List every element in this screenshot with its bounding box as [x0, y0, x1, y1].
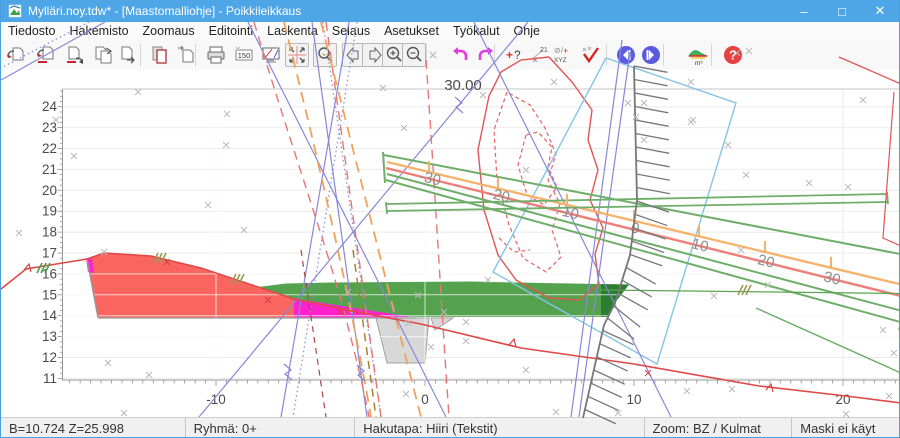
svg-text:m³: m³ [695, 60, 703, 66]
status-mask: Maski ei käyt [792, 418, 899, 438]
toolbar-separator [494, 44, 495, 66]
help-icon[interactable]: ? [721, 43, 745, 67]
print-icon[interactable] [204, 43, 228, 67]
menu-item-editointi[interactable]: Editointi [202, 24, 260, 38]
app-icon [8, 4, 22, 18]
read-file-2-icon[interactable] [34, 43, 58, 67]
write-file-icon[interactable] [63, 43, 87, 67]
export-file-icon[interactable] [116, 43, 140, 67]
next-section-icon[interactable] [639, 43, 663, 67]
menu-bar: TiedostoHakemistoZoomausEditointiLaskent… [1, 22, 899, 40]
scale-150-icon[interactable]: 150 [232, 43, 256, 67]
menu-item-työkalut[interactable]: Työkalut [446, 24, 507, 38]
svg-text:+: + [563, 46, 568, 56]
volume-m3-icon[interactable]: m³ [686, 43, 710, 67]
drawing-canvas[interactable] [1, 70, 899, 417]
status-zoom-mode: Zoom: BZ / Kulmat [645, 418, 793, 438]
svg-text:?: ? [514, 48, 521, 62]
write-file-2-icon[interactable] [91, 43, 115, 67]
status-coordinates: B=10.724 Z=25.998 [1, 418, 186, 438]
undo-icon[interactable] [448, 43, 472, 67]
toolbar-separator [711, 44, 712, 66]
menu-item-ohje[interactable]: Ohje [507, 24, 547, 38]
previous-section-icon[interactable] [614, 43, 638, 67]
svg-text:?: ? [729, 48, 737, 63]
maximize-button[interactable]: □ [823, 0, 861, 22]
app-window: Mylläri.noy.tdw* - [Maastomalliohje] - P… [0, 0, 900, 438]
status-bar: B=10.724 Z=25.998 Ryhmä: 0+ Hakutapa: Hi… [1, 417, 899, 438]
toolbar-separator [663, 44, 664, 66]
toolbar-separator [426, 44, 427, 66]
window-title: Mylläri.noy.tdw* - [Maastomalliohje] - P… [28, 4, 785, 18]
toolbar: 150 +? 21⊘/+XYZ m³? [1, 40, 899, 71]
disabled-x-icon[interactable] [421, 43, 445, 67]
menu-item-hakemisto[interactable]: Hakemisto [62, 24, 135, 38]
menu-item-asetukset[interactable]: Asetukset [377, 24, 446, 38]
menu-item-selaus[interactable]: Selaus [325, 24, 377, 38]
copy-icon[interactable] [148, 43, 172, 67]
status-search-mode: Hakutapa: Hiiri (Tekstit) [355, 418, 644, 438]
title-bar: Mylläri.noy.tdw* - [Maastomalliohje] - P… [1, 0, 899, 22]
zoom-extents-icon[interactable] [285, 43, 309, 67]
screen-icon[interactable] [259, 43, 283, 67]
svg-text:21: 21 [540, 47, 548, 54]
toolbar-separator [140, 44, 141, 66]
point-query-icon[interactable]: +? [501, 43, 525, 67]
toolbar-separator [606, 44, 607, 66]
menu-item-tiedosto[interactable]: Tiedosto [1, 24, 62, 38]
zoom-window-icon[interactable] [313, 43, 337, 67]
svg-text:+: + [506, 48, 513, 62]
svg-text:XYZ: XYZ [554, 57, 567, 64]
toolbar-separator [195, 44, 196, 66]
minimize-button[interactable]: – [785, 0, 823, 22]
point-xyz-icon[interactable]: ⊘/+XYZ [549, 43, 573, 67]
status-group: Ryhmä: 0+ [186, 418, 356, 438]
menu-item-zoomaus[interactable]: Zoomaus [136, 24, 202, 38]
close-button[interactable]: ✕ [861, 0, 899, 22]
approve-check-icon[interactable] [579, 43, 603, 67]
point-number-icon[interactable]: 21 [526, 43, 550, 67]
svg-text:150: 150 [238, 51, 251, 60]
read-file-icon[interactable] [4, 43, 28, 67]
menu-item-laskenta[interactable]: Laskenta [260, 24, 325, 38]
